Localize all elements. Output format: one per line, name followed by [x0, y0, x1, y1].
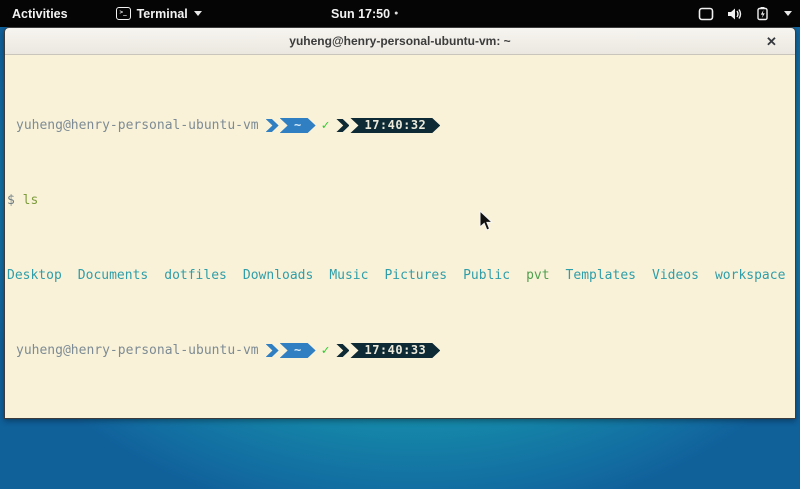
close-button[interactable]: ✕ — [762, 32, 781, 51]
notification-dot-icon: ● — [394, 0, 398, 27]
top-bar: Activities >_ Terminal Sun 17:50 ● — [0, 0, 800, 27]
app-menu-label: Terminal — [137, 7, 188, 21]
ls-output: Desktop Documents dotfiles Downloads Mus… — [5, 268, 795, 283]
listing-item: Public — [463, 268, 510, 283]
powerline-time-segment: 17:40:32 — [329, 118, 440, 133]
chevron-right-icon — [266, 119, 279, 132]
time-banner: 17:40:33 — [350, 343, 440, 358]
cwd-banner: ~ — [280, 343, 316, 358]
listing-item: Videos — [652, 268, 699, 283]
check-icon: ✓ — [322, 343, 330, 358]
listing-item: Templates — [566, 268, 636, 283]
listing-item: dotfiles — [164, 268, 227, 283]
listing-item: Desktop — [7, 268, 62, 283]
powerline-path-segment: ~ — [259, 343, 316, 358]
prompt-user-host: yuheng@henry-personal-ubuntu-vm — [16, 343, 259, 358]
listing-item: Documents — [78, 268, 148, 283]
prompt-line: yuheng@henry-personal-ubuntu-vm ~ ✓ 17:4… — [5, 343, 795, 358]
prompt-line: yuheng@henry-personal-ubuntu-vm ~ ✓ 17:4… — [5, 118, 795, 133]
activities-label: Activities — [12, 7, 68, 21]
prompt-symbol: $ — [7, 193, 15, 208]
battery-charging-icon — [756, 7, 771, 21]
listing-item: Pictures — [384, 268, 447, 283]
command-text: ls — [23, 193, 39, 208]
prompt-user-host: yuheng@henry-personal-ubuntu-vm — [16, 118, 259, 133]
window-titlebar[interactable]: yuheng@henry-personal-ubuntu-vm: ~ ✕ — [5, 28, 795, 55]
chevron-right-icon — [266, 344, 279, 357]
chevron-down-icon — [784, 11, 792, 16]
command-line: $ ls — [5, 193, 795, 208]
listing-item: pvt — [526, 268, 549, 283]
powerline-time-segment: 17:40:33 — [329, 343, 440, 358]
volume-icon — [727, 7, 743, 21]
display-icon — [698, 7, 714, 21]
system-tray[interactable] — [698, 0, 792, 27]
time-banner: 17:40:32 — [350, 118, 440, 133]
listing-item: workspace — [715, 268, 785, 283]
window-title: yuheng@henry-personal-ubuntu-vm: ~ — [289, 34, 510, 48]
chevron-down-icon — [194, 11, 202, 16]
chevron-right-icon — [336, 344, 349, 357]
check-icon: ✓ — [322, 118, 330, 133]
clock-button[interactable]: Sun 17:50 ● — [331, 0, 398, 27]
activities-button[interactable]: Activities — [0, 0, 80, 27]
chevron-right-icon — [336, 119, 349, 132]
terminal-window: yuheng@henry-personal-ubuntu-vm: ~ ✕ yuh… — [4, 27, 796, 419]
powerline-path-segment: ~ — [259, 118, 316, 133]
clock-label: Sun 17:50 — [331, 7, 390, 21]
app-menu-terminal[interactable]: >_ Terminal — [110, 0, 208, 27]
listing-item: Downloads — [243, 268, 313, 283]
cwd-banner: ~ — [280, 118, 316, 133]
terminal-icon: >_ — [116, 7, 131, 20]
terminal-screen[interactable]: yuheng@henry-personal-ubuntu-vm ~ ✓ 17:4… — [5, 55, 795, 418]
listing-item: Music — [329, 268, 368, 283]
